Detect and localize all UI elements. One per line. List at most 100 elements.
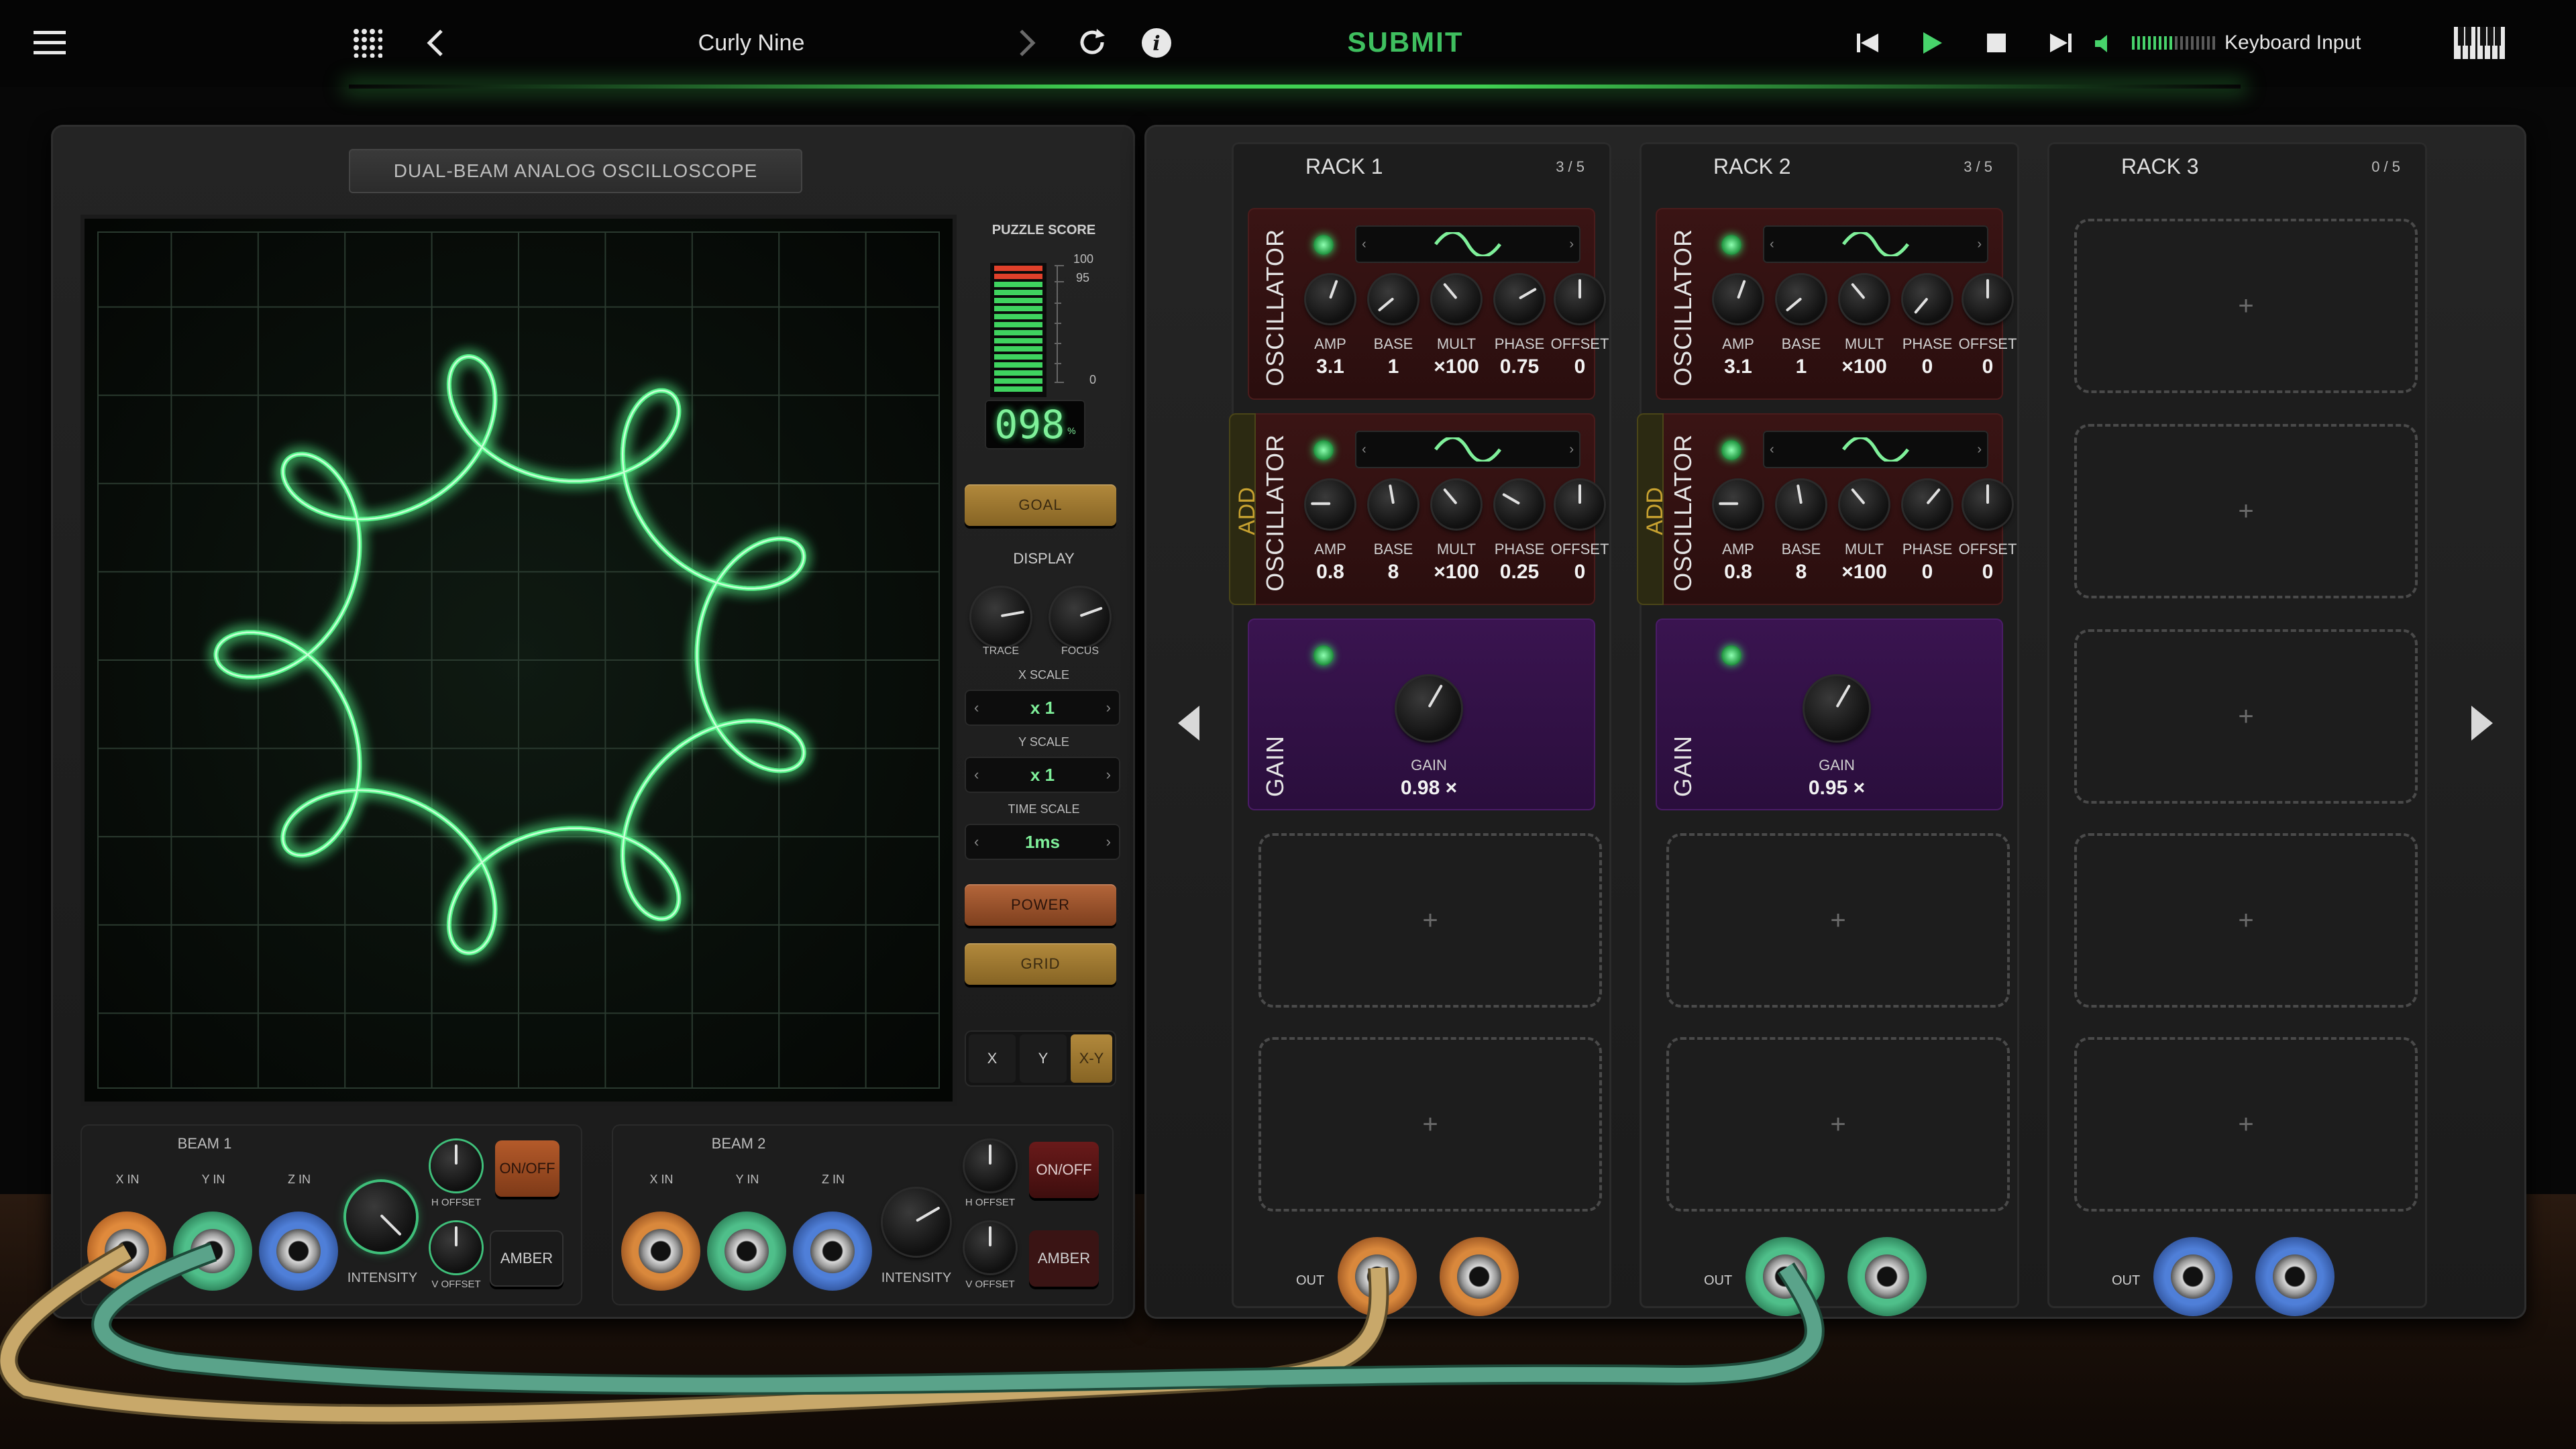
chevron-right-icon[interactable]: › [1106,699,1111,716]
chevron-left-icon[interactable]: ‹ [974,833,979,851]
play-icon[interactable] [1913,24,1951,62]
beam-2-x-in-jack[interactable] [621,1212,700,1291]
chevron-right-icon[interactable]: › [1106,766,1111,784]
beam-1-y-in-jack[interactable] [173,1212,252,1291]
beam-2-amber-button[interactable]: AMBER [1029,1230,1099,1287]
rack-1-oscillator-1[interactable]: OSCILLATOR ‹ › AMP 3.1 BASE 1 MULT ×100 PHAS… [1248,208,1609,400]
grid-button[interactable]: GRID [965,943,1116,985]
chevron-right-icon[interactable]: › [1569,442,1574,458]
empty-slot[interactable]: + [1258,833,1602,1008]
goal-button[interactable]: GOAL [965,484,1116,526]
beam-1-amber-button[interactable]: AMBER [490,1230,564,1287]
waveform-selector[interactable]: ‹ › [1763,431,1988,468]
chevron-left-icon[interactable]: ‹ [1770,442,1774,458]
y-scale-selector[interactable]: ‹ x 1 › [965,757,1120,793]
mode-x-button[interactable]: X [969,1034,1016,1083]
menu-icon[interactable] [30,23,70,63]
rack-3-out-jack-1[interactable] [2153,1237,2233,1316]
info-icon[interactable]: i [1136,23,1177,63]
rack-2-out-jack-1[interactable] [1746,1237,1825,1316]
chevron-right-icon[interactable]: › [1569,237,1574,252]
forward-chevron-icon[interactable] [1009,24,1046,62]
power-button[interactable]: POWER [965,884,1116,926]
module-led[interactable] [1721,645,1741,665]
beam-2-intensity-knob[interactable] [883,1189,950,1256]
empty-slot[interactable]: + [2074,219,2418,393]
offset-knob[interactable] [1964,275,2012,323]
beam-1-intensity-knob[interactable] [346,1182,416,1252]
base-knob[interactable] [1777,480,1825,529]
rack-next-arrow-icon[interactable] [2469,704,2496,742]
chevron-right-icon[interactable]: › [1977,442,1982,458]
empty-slot[interactable]: + [2074,629,2418,804]
amp-knob[interactable] [1714,275,1762,323]
base-knob[interactable] [1777,275,1825,323]
phase-knob[interactable] [1495,275,1544,323]
chevron-left-icon[interactable]: ‹ [974,766,979,784]
module-led[interactable] [1313,235,1334,255]
focus-knob[interactable] [1051,588,1110,647]
empty-slot[interactable]: + [1666,833,2010,1008]
phase-knob[interactable] [1903,480,1951,529]
stop-icon[interactable] [1978,24,2015,62]
empty-slot[interactable]: + [2074,833,2418,1008]
module-led[interactable] [1313,440,1334,460]
amp-knob[interactable] [1306,480,1354,529]
module-led[interactable] [1721,235,1741,255]
empty-slot[interactable]: + [2074,1037,2418,1212]
reload-icon[interactable] [1072,23,1112,63]
empty-slot[interactable]: + [1666,1037,2010,1212]
waveform-selector[interactable]: ‹ › [1355,431,1580,468]
beam-1-onoff-button[interactable]: ON/OFF [495,1140,559,1197]
mode-y-button[interactable]: Y [1020,1034,1067,1083]
module-led[interactable] [1721,440,1741,460]
rack-2-oscillator-2[interactable]: ADD OSCILLATOR ‹ › AMP 0.8 BASE 8 MULT ×100 … [1637,413,2017,605]
mult-knob[interactable] [1432,275,1481,323]
back-chevron-icon[interactable] [416,24,453,62]
x-scale-selector[interactable]: ‹ x 1 › [965,690,1120,726]
chevron-left-icon[interactable]: ‹ [1362,442,1366,458]
empty-slot[interactable]: + [2074,424,2418,598]
amp-knob[interactable] [1306,275,1354,323]
beam-1-z-in-jack[interactable] [259,1212,338,1291]
phase-knob[interactable] [1495,480,1544,529]
waveform-selector[interactable]: ‹ › [1355,225,1580,263]
mult-knob[interactable] [1840,275,1888,323]
rack-1-out-jack-1[interactable] [1338,1237,1417,1316]
chevron-right-icon[interactable]: › [1106,833,1111,851]
rack-1-gain[interactable]: GAIN GAIN 0.98 × [1248,619,1595,810]
waveform-selector[interactable]: ‹ › [1763,225,1988,263]
beam-2-y-in-jack[interactable] [707,1212,786,1291]
beam-2-v-offset-knob[interactable] [965,1222,1016,1273]
amp-knob[interactable] [1714,480,1762,529]
time-scale-selector[interactable]: ‹ 1ms › [965,824,1120,860]
beam-2-onoff-button[interactable]: ON/OFF [1029,1142,1099,1198]
piano-keys-icon[interactable] [2453,24,2506,62]
beam-1-x-in-jack[interactable] [87,1212,166,1291]
beam-2-z-in-jack[interactable] [793,1212,872,1291]
skip-back-icon[interactable] [1849,24,1886,62]
rack-2-out-jack-2[interactable] [1847,1237,1927,1316]
chevron-left-icon[interactable]: ‹ [974,699,979,716]
beam-1-h-offset-knob[interactable] [431,1140,482,1191]
offset-knob[interactable] [1556,480,1604,529]
rack-2-oscillator-1[interactable]: OSCILLATOR ‹ › AMP 3.1 BASE 1 MULT ×100 PHAS… [1656,208,2017,400]
input-mode-label[interactable]: Keyboard Input [2224,24,2372,62]
module-led[interactable] [1313,645,1334,665]
mult-knob[interactable] [1840,480,1888,529]
volume-slider[interactable] [2131,32,2216,54]
rack-1-oscillator-2[interactable]: ADD OSCILLATOR ‹ › AMP 0.8 BASE 8 MULT ×100 … [1229,413,1609,605]
offset-knob[interactable] [1556,275,1604,323]
rack-3-out-jack-2[interactable] [2255,1237,2334,1316]
gain-knob[interactable] [1397,676,1461,741]
rack-2-gain[interactable]: GAIN GAIN 0.95 × [1656,619,2003,810]
empty-slot[interactable]: + [1258,1037,1602,1212]
beam-1-v-offset-knob[interactable] [431,1222,482,1273]
base-knob[interactable] [1369,480,1417,529]
grid-icon[interactable] [349,24,386,62]
mult-knob[interactable] [1432,480,1481,529]
chevron-right-icon[interactable]: › [1977,237,1982,252]
trace-knob[interactable] [971,588,1030,647]
volume-icon[interactable] [2089,27,2116,60]
mode-xy-button[interactable]: X-Y [1071,1034,1112,1083]
